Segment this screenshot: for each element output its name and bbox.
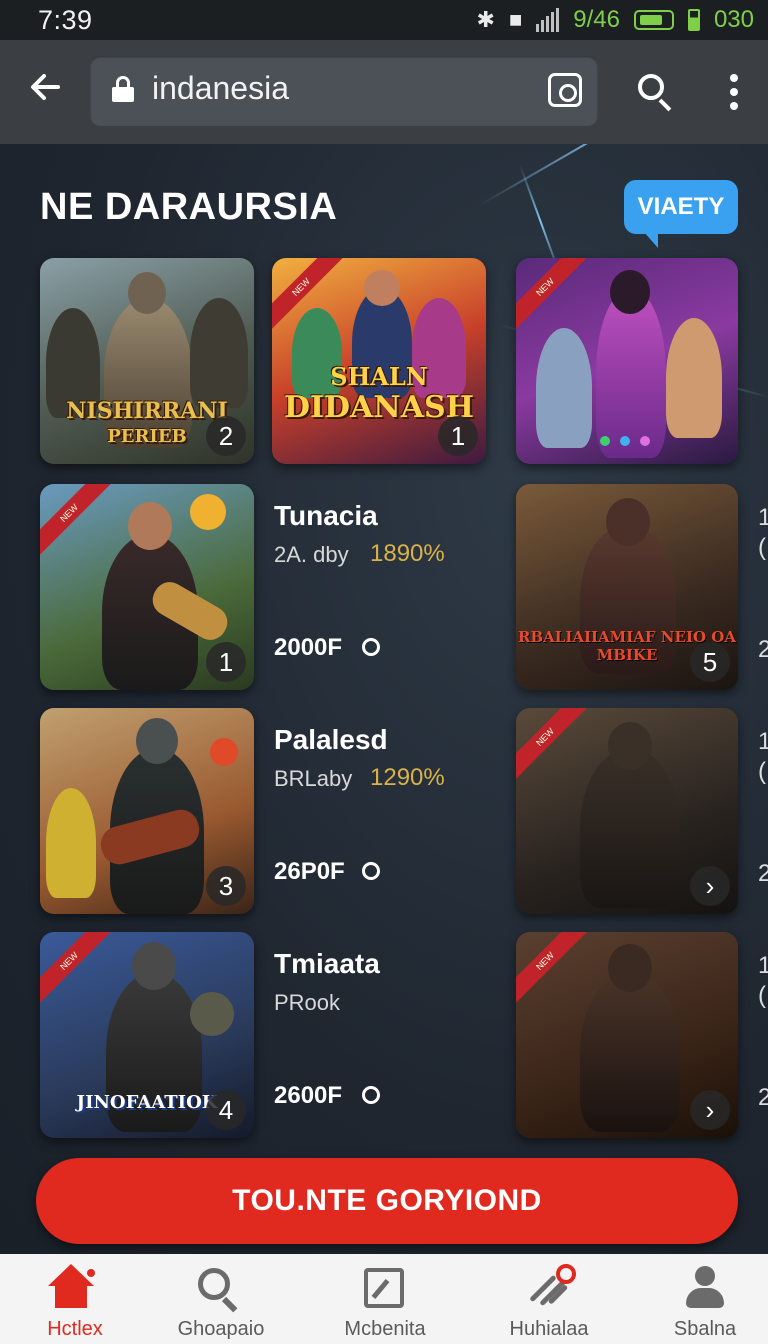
next-chevron-icon[interactable]: › [690,866,730,906]
more-menu-button[interactable] [724,74,744,110]
status-icons: ✱ ■ 9/46 030 [477,6,755,34]
content-area: NE DARAURSIA VIAETY NISHIRRANI PERIEB 2 … [0,144,768,1254]
edge-fragment: 2 [758,1084,768,1111]
tile-number: 4 [206,1090,246,1130]
bottom-navigation: Hctlex Ghoapaio Mcbenita Huhialaa Sbalna [0,1254,768,1344]
edge-fragment: ( [758,758,766,785]
edge-fragment: ( [758,534,766,561]
status-time: 7:39 [38,4,93,35]
signal-text: 9/46 [573,6,620,33]
carousel-dot [620,436,630,446]
nav-label: Mcbenita [344,1318,426,1340]
tile-ribbon: NEW [40,932,115,1007]
nav-label: Ghoapaio [177,1318,265,1340]
coin-icon [362,862,380,880]
signal-icon [536,8,560,32]
nav-item-search[interactable]: Ghoapaio [146,1254,296,1344]
edge-fragment: 1 [758,728,768,755]
battery-level-icon [687,9,700,31]
tile-caption: SHALN [330,362,428,391]
nav-item-profile[interactable]: Sbalna [630,1254,768,1344]
bluetooth-icon: ✱ [476,7,495,32]
nav-label: Hctlex [47,1318,103,1340]
battery-icon [633,10,674,30]
search-icon [638,74,664,100]
tile-ribbon: NEW [40,484,115,559]
edge-fragment: 1 [758,952,768,979]
game-price: 26P0F [274,858,345,885]
next-chevron-icon[interactable]: › [690,1090,730,1130]
notification-icon: ■ [508,7,523,32]
nav-item-home[interactable]: Hctlex [0,1254,150,1344]
game-percent: 1890% [370,540,445,567]
browser-toolbar: indanesia [0,40,768,144]
search-button[interactable] [636,72,676,112]
tile-number: 1 [206,642,246,682]
user-icon [684,1266,726,1310]
cta-button[interactable]: TOU.NTE GORYIOND [36,1158,738,1244]
back-button[interactable] [28,70,64,110]
game-price: 2600F [274,1082,343,1109]
edge-fragment: 2 [758,636,768,663]
variety-badge[interactable]: VIAETY [624,180,738,248]
game-tile-top-2[interactable]: NEW SHALN DIDANASH 1 [272,258,486,464]
game-tile-top-3[interactable]: NEW [516,258,738,464]
arrow-left-icon [31,74,60,100]
carousel-dot [600,436,610,446]
edge-fragment: ( [758,982,766,1009]
coin-icon [362,1086,380,1104]
tile-ribbon: NEW [516,932,591,1007]
edit-icon [364,1268,404,1308]
coin-icon [362,638,380,656]
address-bar[interactable]: indanesia [90,56,598,126]
carousel-dot [640,436,650,446]
game-tile-1[interactable]: NEW 1 [40,484,254,690]
status-bar: 7:39 ✱ ■ 9/46 030 [0,0,768,40]
activity-icon [526,1264,578,1310]
tile-number: 2 [206,416,246,456]
tab-switcher-icon[interactable] [548,73,582,107]
tile-ribbon: NEW [516,708,591,783]
game-tile-right-2[interactable]: NEW › [516,708,738,914]
game-tile-4[interactable]: NEW JINOFAATIOK 4 [40,932,254,1138]
nav-item-edit[interactable]: Mcbenita [310,1254,460,1344]
edge-fragment: 1 [758,504,768,531]
tile-ribbon: NEW [516,258,591,333]
game-tile-right-1[interactable]: RBALIAIIAMIAF NEIO OA MBIKE 5 [516,484,738,690]
game-price: 2000F [274,634,343,661]
game-subtitle: BRLaby [274,766,353,791]
game-name: Tmiaata [274,948,380,979]
lock-icon [112,76,134,102]
game-name: Tunacia [274,500,378,531]
game-tile-3[interactable]: 3 [40,708,254,914]
game-tile-top-1[interactable]: NISHIRRANI PERIEB 2 [40,258,254,464]
game-subtitle: PRook [274,990,341,1015]
game-percent: 1290% [370,764,445,791]
home-icon [48,1264,98,1308]
edge-fragment: 2 [758,860,768,887]
battery-text: 030 [713,6,754,33]
nav-item-activity[interactable]: Huhialaa [474,1254,624,1344]
game-name: Palalesd [274,724,388,755]
page-title: NE DARAURSIA [40,186,338,228]
nav-label: Sbalna [673,1318,737,1340]
search-icon [198,1268,242,1313]
url-text: indanesia [152,70,289,106]
tile-number: 3 [206,866,246,906]
tile-number: 1 [438,416,478,456]
game-subtitle: 2A. dby [274,542,349,567]
game-tile-right-3[interactable]: NEW › [516,932,738,1138]
tile-number: 5 [690,642,730,682]
nav-label: Huhialaa [509,1318,589,1340]
